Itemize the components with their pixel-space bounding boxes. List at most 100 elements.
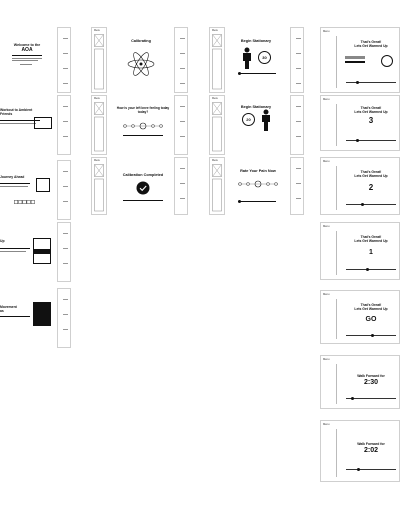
text-rule xyxy=(0,123,36,124)
stationary-screen: Begin Stationary 30 xyxy=(232,27,280,93)
list-tick xyxy=(180,136,185,137)
divider xyxy=(336,299,337,339)
pain-question-screen: How is your left knee feeling today toda… xyxy=(115,95,171,155)
progress-knob xyxy=(361,202,364,206)
list-tick xyxy=(180,183,185,184)
text-rule xyxy=(0,316,30,317)
list-tick xyxy=(63,248,68,249)
progress-track xyxy=(238,201,276,202)
left-panel-title: Journey Ahead xyxy=(0,175,25,179)
screen-list xyxy=(290,157,304,215)
welcome-screen[interactable]: Welcome to the AOA xyxy=(0,27,54,79)
text-rule xyxy=(0,251,26,252)
countdown-title: That's Great! Lets Get Warmed Up xyxy=(354,106,388,114)
wire-label: Menu xyxy=(94,97,100,100)
wireframe-sidebar: Menu xyxy=(91,27,107,93)
wireframe-sidebar: Menu xyxy=(91,95,107,155)
storyboard-canvas: Welcome to the AOA Menu Calibrating Menu… xyxy=(0,0,400,516)
calibration-complete-screen: Calibration Completed xyxy=(115,157,171,215)
screen-list xyxy=(290,95,304,155)
wireframe-sidebar: Menu xyxy=(209,157,225,215)
image-placeholder-icon xyxy=(94,34,104,90)
list-tick xyxy=(296,198,301,199)
progress-knob xyxy=(238,199,241,203)
list-tick xyxy=(180,83,185,84)
list-tick xyxy=(180,53,185,54)
image-fill xyxy=(34,249,50,254)
image-box xyxy=(33,238,51,264)
rate-pain-screen: Rate Your Pain Now xyxy=(232,157,284,215)
list-tick xyxy=(180,121,185,122)
list-tick xyxy=(63,186,68,187)
progress-track xyxy=(346,140,396,141)
list-tick xyxy=(180,198,185,199)
countdown-value: 3 xyxy=(368,116,374,125)
countdown-value: 1 xyxy=(369,249,373,256)
rating-scale[interactable] xyxy=(121,121,165,131)
welcome-rule xyxy=(20,64,32,65)
check-icon xyxy=(136,181,150,195)
image-box xyxy=(33,302,51,326)
orbit-icon xyxy=(127,52,155,76)
countdown-value: 2:30 xyxy=(363,379,378,386)
stationary-title: Begin Stationary xyxy=(240,39,272,43)
timer-circle: 20 xyxy=(242,113,255,126)
divider xyxy=(336,166,337,210)
stationary-screen-2: Begin Stationary 20 xyxy=(232,95,280,155)
calibrating-title: Calibrating xyxy=(131,39,151,43)
progress-knob xyxy=(238,71,241,75)
list-tick xyxy=(63,299,68,300)
screen-list xyxy=(174,157,188,215)
left-panel-title: Workout to Ambient Friends xyxy=(0,108,33,116)
image-placeholder-icon xyxy=(94,164,104,212)
panel-header: Menu xyxy=(323,30,330,33)
list-tick xyxy=(63,53,68,54)
list-tick xyxy=(180,168,185,169)
text-rule xyxy=(123,200,163,201)
list-tick xyxy=(296,106,301,107)
countdown-title: That's Great! Lets Get Warmed Up xyxy=(354,170,388,178)
progress-knob xyxy=(371,333,374,337)
screen-list xyxy=(57,27,71,93)
countdown-value: 2 xyxy=(368,183,374,192)
text-rule xyxy=(0,186,28,187)
list-tick xyxy=(296,136,301,137)
countdown-panel: Menu That's Great! Lets Get Warmed Up 2 xyxy=(320,157,400,215)
list-tick xyxy=(63,136,68,137)
pain-question-title: How is your left knee feeling today toda… xyxy=(116,106,170,114)
progress-track xyxy=(346,82,396,83)
list-tick xyxy=(63,314,68,315)
screen-list xyxy=(174,95,188,155)
list-tick xyxy=(63,201,68,202)
image-placeholder-icon xyxy=(94,102,104,152)
countdown-panel: Menu That's Great! Lets Get Warmed Up 3 xyxy=(320,95,400,151)
screen-list xyxy=(57,95,71,155)
list-tick xyxy=(63,121,68,122)
panel-header: Menu xyxy=(323,160,330,163)
stationary-title: Begin Stationary xyxy=(240,105,272,109)
left-panel: Movement as xyxy=(0,288,55,348)
divider xyxy=(336,231,337,275)
list-tick xyxy=(63,106,68,107)
list-tick xyxy=(63,38,68,39)
image-placeholder-icon xyxy=(212,102,222,152)
rating-scale[interactable] xyxy=(236,179,280,189)
calibrating-screen: Calibrating xyxy=(117,27,165,93)
list-tick xyxy=(180,68,185,69)
list-tick xyxy=(296,121,301,122)
left-panel: Workout to Ambient Friends xyxy=(0,95,55,155)
left-panel-title: Up xyxy=(0,239,5,243)
list-tick xyxy=(296,38,301,39)
countdown-title: Walk Forward for xyxy=(357,374,385,378)
progress-knob xyxy=(357,467,360,471)
progress-knob xyxy=(356,80,359,84)
progress-track xyxy=(238,73,276,74)
screen-list xyxy=(57,160,71,220)
panel-header: Menu xyxy=(323,225,330,228)
panel-header: Menu xyxy=(323,98,330,101)
bar xyxy=(345,56,365,59)
screen-list xyxy=(57,288,71,348)
panel-header: Menu xyxy=(323,423,330,426)
list-tick xyxy=(63,83,68,84)
list-tick xyxy=(296,68,301,69)
